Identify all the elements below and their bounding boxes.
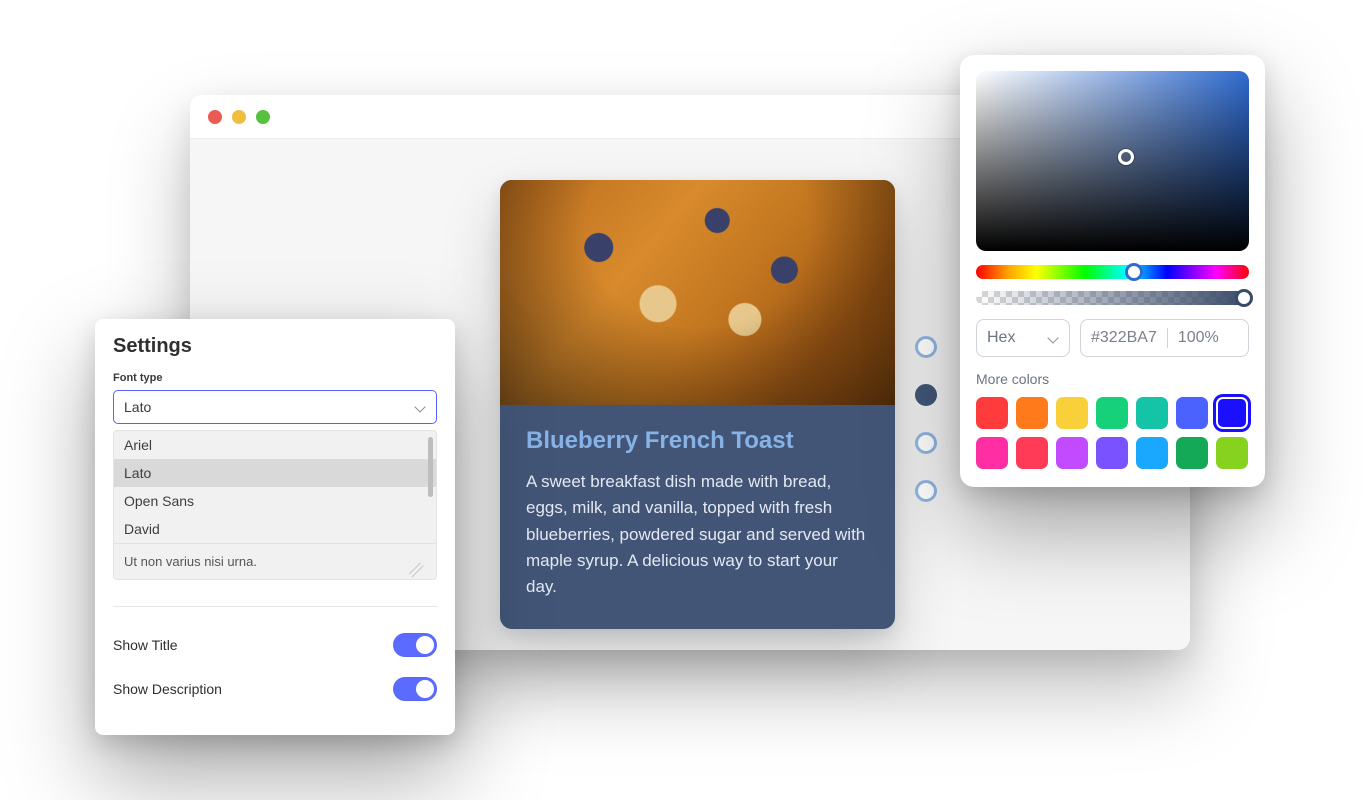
window-maximize-dot[interactable] <box>256 110 270 124</box>
chevron-down-icon <box>1047 332 1059 344</box>
swatch-6[interactable] <box>1216 397 1248 429</box>
font-type-dropdown: Ariel Lato Open Sans David Ut non varius… <box>113 430 437 580</box>
pager-dot-0[interactable] <box>915 336 937 358</box>
color-saturation-box[interactable] <box>976 71 1249 251</box>
pager-dot-3[interactable] <box>915 480 937 502</box>
window-close-dot[interactable] <box>208 110 222 124</box>
color-mode-select[interactable]: Hex <box>976 319 1070 357</box>
color-hex-value: #322BA7 <box>1091 329 1157 347</box>
font-option-1[interactable]: Lato <box>114 459 436 487</box>
dropdown-placeholder-text: Ut non varius nisi urna. <box>124 554 257 569</box>
resize-grip-icon[interactable] <box>412 555 426 569</box>
color-swatches <box>976 397 1249 469</box>
font-option-2[interactable]: Open Sans <box>114 487 436 515</box>
hue-slider-thumb[interactable] <box>1125 263 1143 281</box>
swatch-0[interactable] <box>976 397 1008 429</box>
color-picker-panel: Hex #322BA7 100% More colors <box>960 55 1265 487</box>
font-type-select[interactable]: Lato <box>113 390 437 424</box>
recipe-image <box>500 180 895 405</box>
alpha-slider[interactable] <box>976 291 1249 305</box>
pager-dot-1[interactable] <box>915 384 937 406</box>
settings-panel: Settings Font type Lato Ariel Lato Open … <box>95 319 455 735</box>
color-mode-value: Hex <box>987 329 1015 347</box>
hue-slider[interactable] <box>976 265 1249 279</box>
card-pager <box>915 336 937 502</box>
swatch-7[interactable] <box>976 437 1008 469</box>
font-type-label: Font type <box>113 372 437 384</box>
color-sv-cursor[interactable] <box>1118 149 1134 165</box>
toggle-show-description-row: Show Description <box>113 667 437 711</box>
swatch-9[interactable] <box>1056 437 1088 469</box>
dropdown-scrollbar[interactable] <box>428 437 433 497</box>
swatch-5[interactable] <box>1176 397 1208 429</box>
swatch-11[interactable] <box>1136 437 1168 469</box>
field-divider <box>1167 328 1168 348</box>
font-option-3[interactable]: David <box>114 515 436 543</box>
settings-divider <box>113 606 437 607</box>
chevron-down-icon <box>414 401 426 413</box>
swatch-2[interactable] <box>1056 397 1088 429</box>
font-type-selected-value: Lato <box>124 399 151 415</box>
recipe-card: Blueberry French Toast A sweet breakfast… <box>500 180 895 629</box>
swatch-8[interactable] <box>1016 437 1048 469</box>
toggle-show-title-row: Show Title <box>113 623 437 667</box>
color-hex-field[interactable]: #322BA7 100% <box>1080 319 1249 357</box>
swatch-12[interactable] <box>1176 437 1208 469</box>
color-opacity-value: 100% <box>1178 329 1219 347</box>
settings-title: Settings <box>113 335 437 358</box>
recipe-title: Blueberry French Toast <box>526 427 869 455</box>
alpha-slider-thumb[interactable] <box>1235 289 1253 307</box>
toggle-show-title-label: Show Title <box>113 637 178 653</box>
dropdown-footer: Ut non varius nisi urna. <box>114 543 436 579</box>
toggle-show-description-label: Show Description <box>113 681 222 697</box>
toggle-show-title[interactable] <box>393 633 437 657</box>
more-colors-label: More colors <box>976 371 1249 387</box>
pager-dot-2[interactable] <box>915 432 937 454</box>
recipe-body: Blueberry French Toast A sweet breakfast… <box>500 405 895 629</box>
swatch-13[interactable] <box>1216 437 1248 469</box>
swatch-10[interactable] <box>1096 437 1128 469</box>
swatch-1[interactable] <box>1016 397 1048 429</box>
toggle-show-description[interactable] <box>393 677 437 701</box>
recipe-description: A sweet breakfast dish made with bread, … <box>526 469 869 601</box>
font-option-0[interactable]: Ariel <box>114 431 436 459</box>
window-minimize-dot[interactable] <box>232 110 246 124</box>
swatch-4[interactable] <box>1136 397 1168 429</box>
swatch-3[interactable] <box>1096 397 1128 429</box>
